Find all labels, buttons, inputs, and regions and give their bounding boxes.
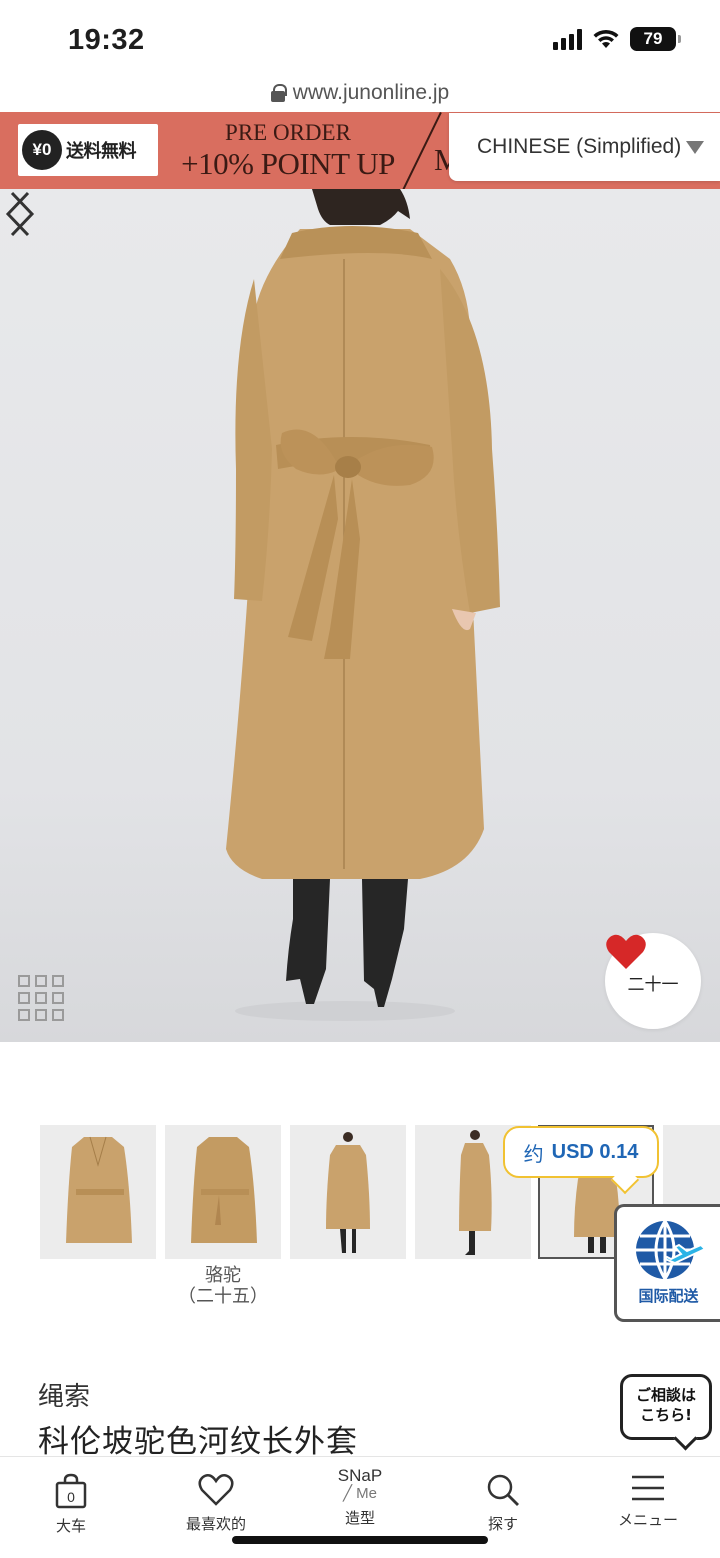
point-up-text: +10% POINT UP	[181, 146, 395, 181]
nav-search[interactable]: 探す	[448, 1473, 558, 1534]
color-stock-count: （二十五）	[178, 1286, 268, 1307]
consult-line-1: ご相談は	[635, 1386, 696, 1404]
color-name: 骆驼	[205, 1265, 241, 1286]
snap-logo-top: SNaP	[337, 1466, 383, 1485]
lock-icon	[270, 84, 287, 102]
consult-line-2: こちら!	[640, 1406, 692, 1424]
nav-cart[interactable]: 0 大车	[16, 1473, 126, 1536]
nav-favorites-label: 最喜欢的	[185, 1515, 246, 1533]
nav-cart-label: 大车	[55, 1517, 86, 1535]
favorite-button[interactable]: 二十一	[605, 933, 701, 1029]
nav-favorites[interactable]: 最喜欢的	[161, 1473, 271, 1534]
battery-icon: 79	[630, 27, 681, 51]
cart-count: 0	[67, 1489, 75, 1505]
international-shipping-label: 国际配送	[638, 1287, 699, 1305]
home-indicator[interactable]	[232, 1536, 488, 1544]
nav-styling[interactable]: SNaP ╱ Me 造型	[305, 1467, 415, 1528]
favorite-count: 二十一	[627, 974, 679, 995]
free-shipping-text: 送料無料	[66, 141, 137, 162]
nav-menu-label: メニュー	[617, 1511, 678, 1529]
yen-zero-icon: ¥0	[22, 130, 62, 170]
status-bar: 19:32 79	[0, 0, 720, 80]
international-shipping-button[interactable]: 国际配送	[614, 1204, 720, 1322]
globe-airplane-icon	[635, 1220, 707, 1280]
cellular-signal-icon	[553, 28, 582, 50]
bag-icon: 0	[55, 1473, 87, 1509]
status-icons: 79	[553, 27, 681, 51]
status-time: 19:32	[68, 24, 145, 56]
url-text: www.junonline.jp	[292, 81, 450, 104]
menu-icon	[632, 1475, 664, 1501]
chevron-down-icon	[686, 141, 704, 154]
language-select[interactable]: CHINESE (Simplified)	[449, 113, 720, 181]
heart-icon	[606, 934, 646, 969]
product-brand[interactable]: 绳索	[38, 1376, 90, 1413]
next-image-arrow-icon[interactable]	[0, 189, 40, 239]
nav-styling-label: 造型	[344, 1509, 375, 1527]
price-prefix: 约	[523, 1143, 544, 1166]
price-amount: USD 0.14	[551, 1140, 639, 1163]
thumbnail-2[interactable]	[165, 1125, 281, 1259]
heart-outline-icon	[198, 1473, 234, 1506]
product-photo	[226, 189, 500, 1021]
thumbnail-1[interactable]	[40, 1125, 156, 1259]
consult-chat-button[interactable]: ご相談は こちら!	[620, 1374, 712, 1440]
thumbnail-3[interactable]	[290, 1125, 406, 1259]
snap-logo: SNaP ╱ Me	[338, 1467, 382, 1503]
thumbnail-color-label: 骆驼 （二十五）	[165, 1265, 281, 1307]
search-icon	[487, 1474, 519, 1506]
nav-search-label: 探す	[487, 1515, 518, 1533]
preorder-promo: PRE ORDER +10% POINT UP	[168, 120, 408, 182]
wifi-icon	[593, 29, 619, 48]
price-popup: 约 USD 0.14	[503, 1126, 659, 1178]
nav-menu[interactable]: メニュー	[593, 1473, 703, 1530]
language-selected: CHINESE (Simplified)	[477, 135, 682, 158]
grid-view-icon[interactable]	[18, 975, 68, 1023]
snap-logo-bottom: ╱ Me	[342, 1485, 378, 1502]
product-title: 科伦坡驼色河纹长外套	[38, 1424, 358, 1460]
product-image-carousel[interactable]: 二十一	[0, 189, 720, 1042]
free-shipping-badge: ¥0 送料無料	[18, 124, 158, 176]
preorder-title: PRE ORDER	[225, 120, 351, 145]
url-bar[interactable]: www.junonline.jp	[0, 74, 720, 112]
